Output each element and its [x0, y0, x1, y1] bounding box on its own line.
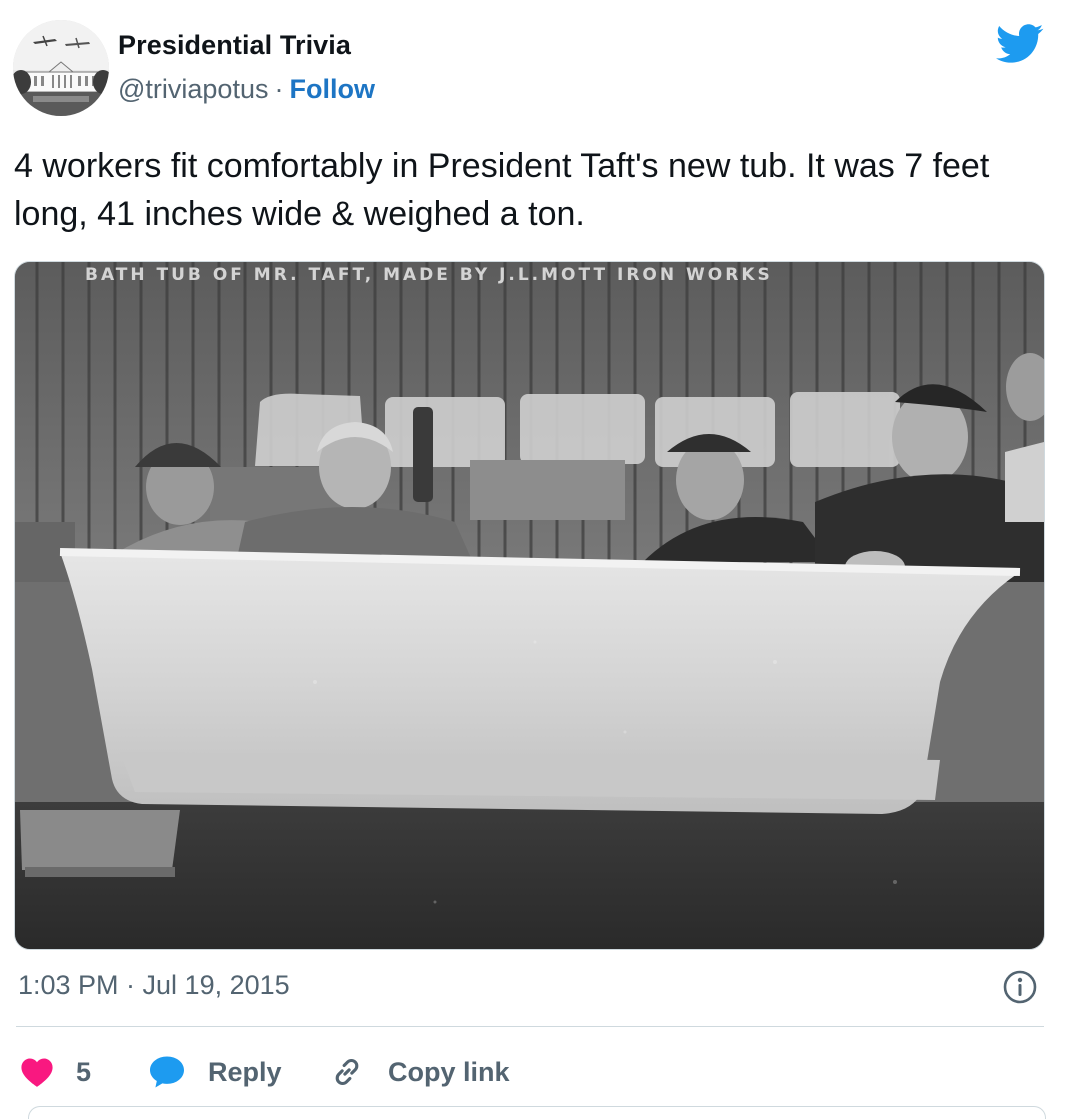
- bathtub-photo: BATH TUB OF MR. TAFT, MADE BY J.L.MOTT I…: [15, 262, 1044, 949]
- reply-button[interactable]: Reply: [148, 1050, 282, 1094]
- like-button[interactable]: 5: [20, 1050, 91, 1094]
- reply-label: Reply: [208, 1056, 282, 1087]
- author-handle[interactable]: @triviapotus: [118, 74, 268, 104]
- avatar[interactable]: [13, 20, 109, 116]
- link-icon: [335, 1058, 359, 1086]
- copy-link-label: Copy link: [388, 1056, 510, 1087]
- follow-button[interactable]: Follow: [289, 74, 374, 104]
- info-icon[interactable]: [1002, 969, 1038, 1005]
- author-handle-row: @triviapotus · Follow: [118, 74, 375, 105]
- next-card-edge: [28, 1106, 1046, 1119]
- tweet-timestamp[interactable]: 1:03 PM · Jul 19, 2015: [18, 970, 290, 1001]
- white-house-avatar-icon: [13, 20, 109, 116]
- separator: ·: [274, 74, 284, 104]
- divider: [16, 1026, 1044, 1027]
- tweet-photo[interactable]: BATH TUB OF MR. TAFT, MADE BY J.L.MOTT I…: [14, 261, 1045, 950]
- tweet-text: 4 workers fit comfortably in President T…: [14, 147, 990, 233]
- author-name[interactable]: Presidential Trivia: [118, 30, 351, 61]
- heart-icon: [21, 1058, 53, 1087]
- twitter-bird-icon[interactable]: [996, 24, 1044, 64]
- like-count: 5: [76, 1056, 92, 1087]
- svg-text:BATH TUB OF MR. TAFT, MADE BY: BATH TUB OF MR. TAFT, MADE BY J.L.MOTT I…: [85, 265, 773, 285]
- tweet-card: Presidential Trivia @triviapotus · Follow …: [0, 0, 1084, 1119]
- reply-bubble-icon: [150, 1056, 184, 1088]
- copy-link-button[interactable]: Copy link: [330, 1050, 510, 1094]
